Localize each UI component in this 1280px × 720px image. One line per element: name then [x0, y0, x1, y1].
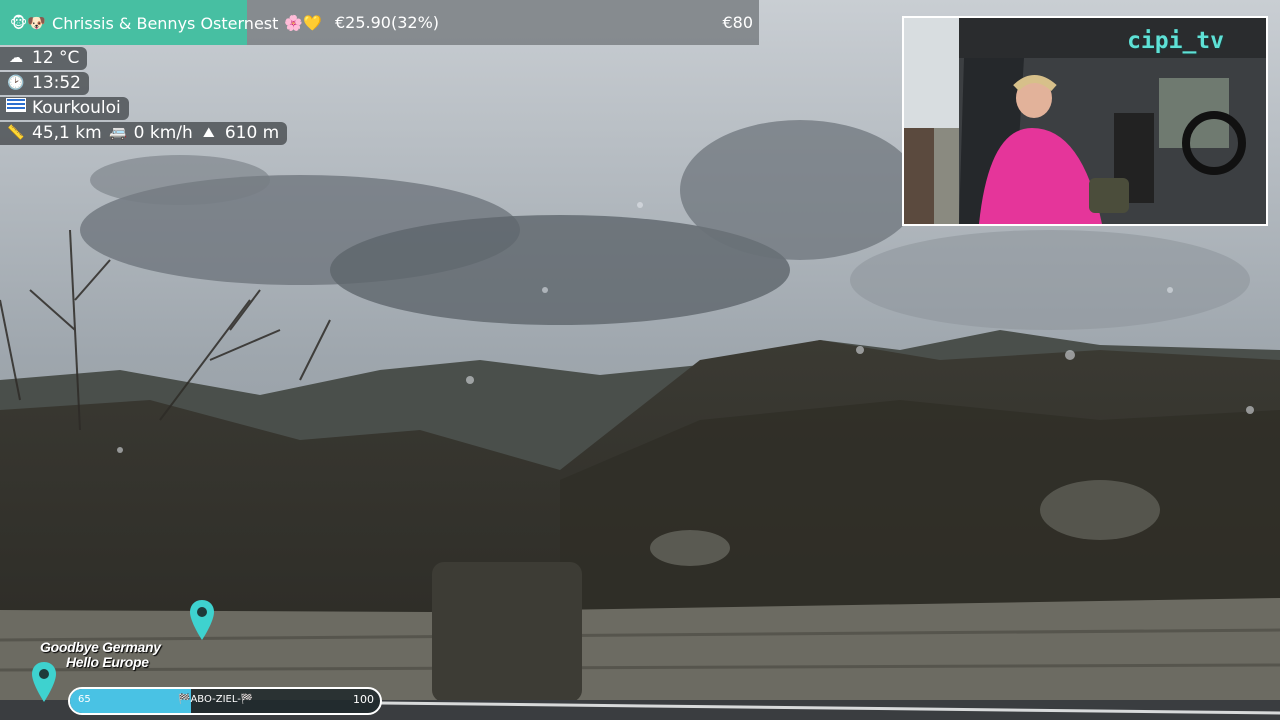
- van-icon: 🚐: [108, 125, 127, 141]
- time-pill: 🕑 13:52: [0, 72, 89, 95]
- goodbye-germany-logo: Goodbye Germany Hello Europe: [40, 640, 220, 670]
- map-pin-icon: [190, 600, 214, 640]
- greece-flag-icon: [6, 97, 26, 120]
- webcam-overlay: cipi_tv: [902, 16, 1268, 226]
- mountain-icon: ⛰: [202, 125, 215, 141]
- time-value: 13:52: [32, 73, 81, 93]
- travel-stats-pill: 📏 45,1 km 🚐 0 km/h ⛰ 610 m: [0, 122, 288, 145]
- donation-goal-bar: 🐵🐶 Chrissis & Bennys Osternest 🌸💛 €25.90…: [0, 0, 759, 45]
- donation-goal-amount: €25.90(32%): [335, 13, 440, 32]
- donation-goal-target: €80: [722, 13, 753, 32]
- logo-line-2: Hello Europe: [66, 654, 149, 670]
- webcam-channel-label: cipi_tv: [1127, 28, 1224, 54]
- goal-emoji-left: 🐵🐶: [10, 14, 47, 32]
- speed-value: 0 km/h: [133, 123, 193, 143]
- location-pill: Kourkouloi: [0, 97, 129, 120]
- abo-goal-progress-bar: 65 🏁ABO-ZIEL-🏁 100: [68, 687, 382, 715]
- donation-goal-title: 🐵🐶 Chrissis & Bennys Osternest 🌸💛: [10, 11, 322, 35]
- progress-goal-label: 🏁ABO-ZIEL-🏁: [178, 694, 254, 705]
- weather-pill: ☁ 12 °C: [0, 47, 88, 70]
- distance-value: 45,1 km: [32, 123, 102, 143]
- goal-emoji-right: 🌸💛: [284, 14, 322, 32]
- clock-icon: 🕑: [7, 75, 25, 91]
- progress-start-value: 65: [78, 694, 91, 705]
- goal-title-text: Chrissis & Bennys Osternest: [52, 13, 279, 33]
- progress-end-value: 100: [353, 693, 374, 706]
- logo-line-1: Goodbye Germany: [40, 639, 161, 655]
- location-value: Kourkouloi: [32, 98, 121, 118]
- cloud-icon: ☁: [9, 50, 23, 66]
- temperature-value: 12 °C: [32, 48, 80, 68]
- altitude-value: 610 m: [224, 123, 280, 143]
- ruler-icon: 📏: [7, 125, 25, 141]
